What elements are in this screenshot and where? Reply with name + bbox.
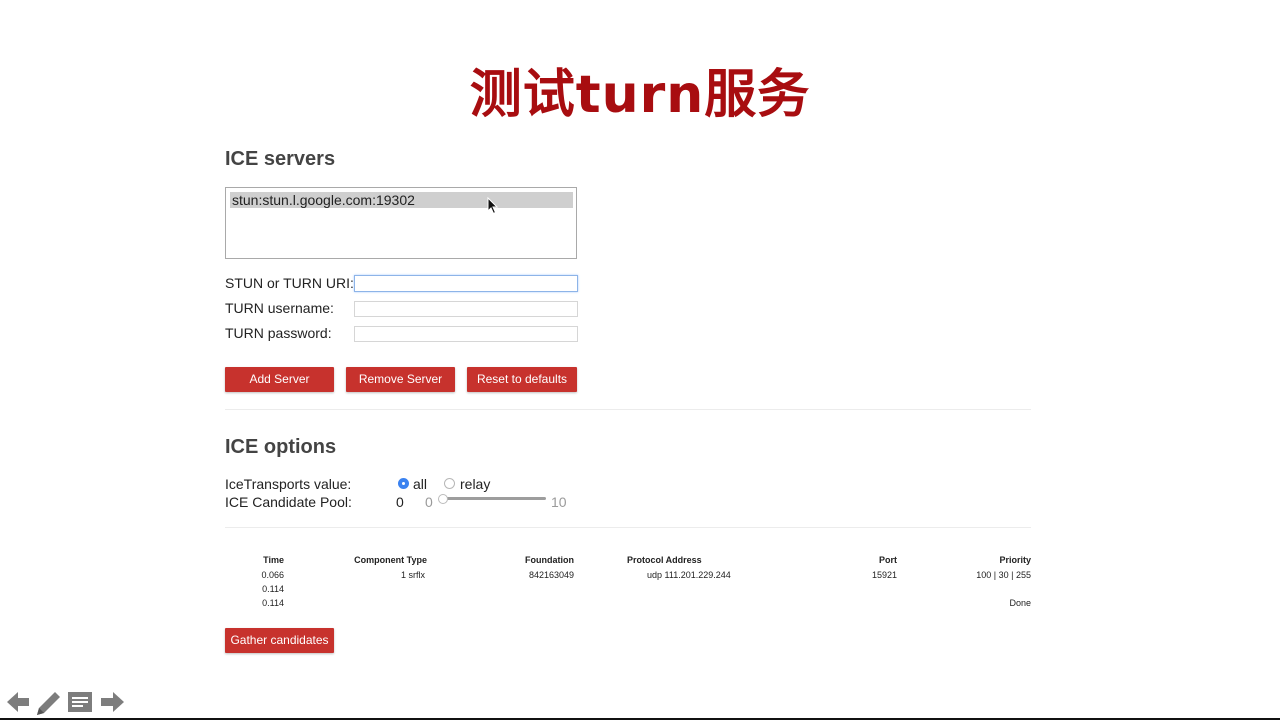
table-cell: udp 111.201.229.244: [647, 570, 731, 580]
table-header: Port: [879, 555, 897, 565]
pool-range-min: 0: [425, 494, 433, 510]
table-header: Priority: [999, 555, 1031, 565]
table-cell: 842163049: [528, 570, 574, 580]
transport-all-radio[interactable]: [398, 478, 409, 489]
ice-transports-label: IceTransports value:: [225, 476, 352, 492]
section-divider: [225, 409, 1031, 410]
uri-input[interactable]: [354, 275, 578, 292]
table-cell: 15921: [871, 570, 897, 580]
ice-servers-heading: ICE servers: [225, 148, 336, 170]
candidate-pool-slider[interactable]: [441, 497, 546, 500]
mouse-cursor-icon: [487, 197, 499, 215]
menu-icon[interactable]: [67, 691, 93, 713]
pool-range-max: 10: [551, 494, 567, 510]
remove-server-button[interactable]: Remove Server: [346, 367, 455, 392]
table-cell: 1 srflx: [400, 570, 425, 580]
transport-relay-label[interactable]: relay: [460, 476, 490, 492]
password-label: TURN password:: [225, 325, 332, 341]
ice-options-heading: ICE options: [225, 436, 337, 458]
add-server-button[interactable]: Add Server: [225, 367, 334, 392]
server-list[interactable]: stun:stun.l.google.com:19302: [225, 187, 577, 259]
section-divider: [225, 527, 1031, 528]
server-option[interactable]: stun:stun.l.google.com:19302: [230, 192, 573, 208]
candidate-pool-value: 0: [396, 494, 404, 510]
table-cell: Done: [1009, 598, 1031, 608]
arrow-right-icon[interactable]: [99, 688, 125, 716]
candidate-pool-label: ICE Candidate Pool:: [225, 494, 352, 510]
gather-candidates-button[interactable]: Gather candidates: [225, 628, 334, 653]
arrow-left-icon[interactable]: [6, 688, 30, 716]
table-cell: 100 | 30 | 255: [976, 570, 1031, 580]
table-cell: 0.114: [262, 584, 284, 594]
table-header: Protocol Address: [627, 555, 702, 565]
password-input[interactable]: [354, 326, 578, 342]
table-header: Component Type: [354, 555, 427, 565]
table-header: Foundation: [525, 555, 574, 565]
uri-label: STUN or TURN URI:: [225, 275, 354, 291]
reset-defaults-button[interactable]: Reset to defaults: [467, 367, 577, 392]
username-input[interactable]: [354, 301, 578, 317]
pencil-icon[interactable]: [33, 688, 63, 718]
username-label: TURN username:: [225, 300, 334, 316]
table-header: Time: [263, 555, 284, 565]
slider-thumb[interactable]: [438, 494, 448, 504]
transport-all-label[interactable]: all: [413, 476, 427, 492]
table-cell: 0.114: [262, 598, 284, 608]
table-cell: 0.066: [261, 570, 284, 580]
slide-title: 测试turn服务: [469, 65, 811, 125]
transport-relay-radio[interactable]: [444, 478, 455, 489]
